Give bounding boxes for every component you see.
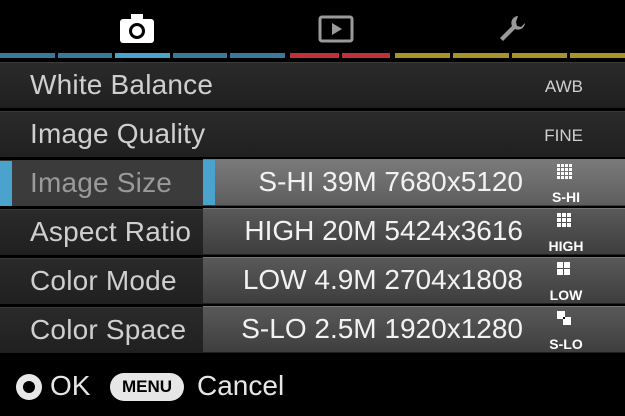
option-s-lo[interactable]: S-LO 2.5M 1920x1280 S-LO [203,306,625,352]
tab-bar-segment [115,53,170,58]
option-icon-tag: HIGH [548,238,584,254]
playback-tab-bar [290,53,390,58]
option-label: S-HI 39M 7680x5120 [258,166,523,197]
option-label: HIGH 20M 5424x3616 [244,215,523,246]
tab-bar-segment [453,53,509,58]
cancel-label: Cancel [197,370,285,401]
menu-item-label: Image Quality [30,118,206,149]
option-icon-tag: S-HI [552,189,580,205]
playback-icon[interactable] [312,12,360,46]
option-s-hi[interactable]: S-HI 39M 7680x5120 S-HI [203,159,625,205]
image-size-dropdown: S-HI 39M 7680x5120 S-HI HIGH 20M 5424x36… [203,159,625,355]
selection-marker [203,160,215,205]
tab-bar-segment [290,53,339,58]
tab-bar-segment [569,53,625,58]
tab-bar-segment [395,53,451,58]
wrench-icon[interactable] [488,12,536,46]
option-high[interactable]: HIGH 20M 5424x3616 HIGH [203,208,625,254]
ok-button-icon[interactable] [16,374,42,400]
menu-item-label: Color Space [30,314,187,345]
tab-bar-segment [0,53,55,58]
option-low[interactable]: LOW 4.9M 2704x1808 LOW [203,257,625,303]
ok-label: OK [50,370,91,401]
button-guide: OK MENU Cancel [0,360,625,416]
option-label: S-LO 2.5M 1920x1280 [241,313,523,344]
size-high-icon: HIGH [545,213,587,253]
camera-icon[interactable] [113,12,161,46]
menu-item-label: Image Size [30,167,173,198]
option-label: LOW 4.9M 2704x1808 [242,264,523,295]
menu-item-value: AWB [544,77,583,96]
menu-item-label: White Balance [30,69,214,100]
tab-bar-segment [511,53,567,58]
menu-item-label: Color Mode [30,265,177,296]
setup-tab-bar [395,53,625,58]
menu-item-white-balance[interactable]: White Balance AWB [0,62,625,108]
menu-item-image-quality[interactable]: Image Quality FINE [0,111,625,157]
size-s-hi-icon: S-HI [545,164,587,204]
size-s-lo-icon: S-LO [545,311,587,351]
tab-bar-segment [230,53,285,58]
option-icon-tag: S-LO [549,336,583,352]
menu-item-value: FINE [544,126,583,145]
selection-marker [0,161,12,206]
tab-bar-segment [341,53,390,58]
menu-button[interactable]: MENU [110,373,185,401]
menu-tabs [0,0,625,60]
size-low-icon: LOW [545,262,587,302]
option-icon-tag: LOW [549,287,583,303]
camera-tab-bar [0,53,285,58]
menu-item-label: Aspect Ratio [30,216,192,247]
tab-bar-segment [57,53,113,58]
tab-bar-segment [172,53,228,58]
